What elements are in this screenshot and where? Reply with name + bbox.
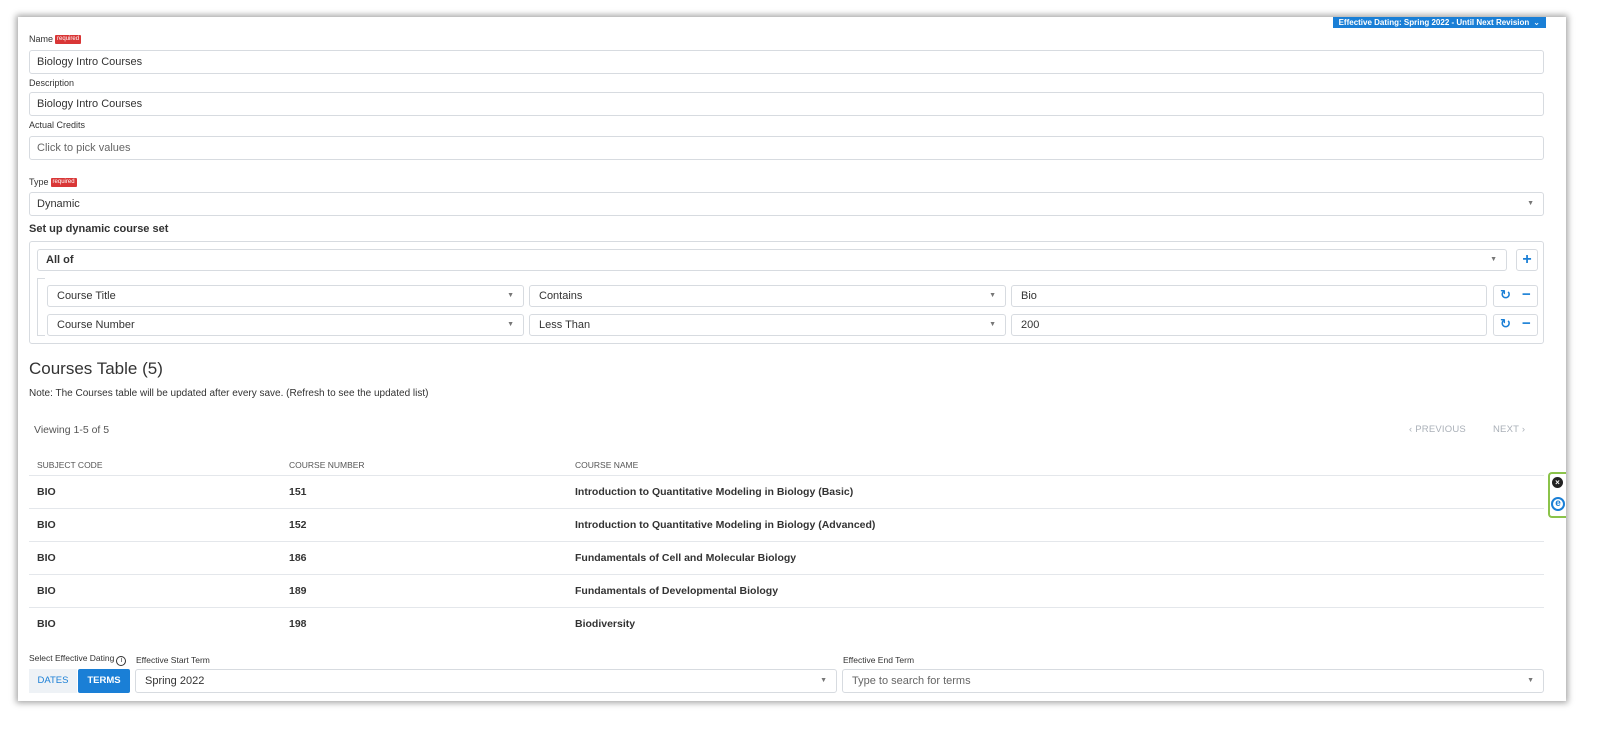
minus-icon[interactable]: − — [1522, 315, 1531, 332]
refresh-icon[interactable]: ↻ — [1500, 316, 1511, 332]
chevron-down-icon: ⌄ — [1533, 18, 1540, 27]
add-condition-button[interactable]: + — [1516, 249, 1538, 271]
table-row[interactable]: BIO 152 Introduction to Quantitative Mod… — [29, 508, 1544, 541]
table-row[interactable]: BIO 198 Biodiversity — [29, 607, 1544, 640]
extension-e-icon[interactable]: e — [1551, 497, 1565, 511]
chevron-down-icon: ▼ — [1527, 200, 1534, 207]
form-panel: Effective Dating: Spring 2022 - Until Ne… — [18, 17, 1566, 701]
dates-toggle-button[interactable]: DATES — [29, 669, 77, 693]
extension-side-tab[interactable]: × e — [1548, 472, 1566, 518]
effective-end-term-select[interactable]: Type to search for terms ▼ — [842, 669, 1544, 693]
minus-icon[interactable]: − — [1522, 286, 1531, 303]
condition-field-select[interactable]: Course Title ▼ — [47, 285, 524, 307]
condition-value-input[interactable]: 200 — [1011, 314, 1487, 336]
effective-dating-badge[interactable]: Effective Dating: Spring 2022 - Until Ne… — [1332, 17, 1546, 28]
condition-actions: ↻ − — [1493, 285, 1538, 307]
required-badge: required — [55, 35, 82, 45]
chevron-down-icon: ▼ — [507, 321, 514, 328]
effective-start-term-select[interactable]: Spring 2022 ▼ — [135, 669, 837, 693]
chevron-down-icon: ▼ — [989, 292, 996, 299]
table-row[interactable]: BIO 186 Fundamentals of Cell and Molecul… — [29, 541, 1544, 574]
column-header-subject[interactable]: SUBJECT CODE — [37, 460, 103, 470]
next-button[interactable]: NEXT › — [1493, 424, 1525, 435]
condition-operator-select[interactable]: Contains ▼ — [529, 285, 1006, 307]
effective-end-term-label: Effective End Term — [843, 655, 915, 665]
chevron-down-icon: ▼ — [1490, 256, 1497, 263]
name-label: Name required — [29, 34, 82, 45]
effective-start-term-label: Effective Start Term — [136, 655, 210, 665]
chevron-down-icon: ▼ — [820, 677, 827, 684]
effective-dating-text: Effective Dating: Spring 2022 - Until Ne… — [1338, 18, 1530, 27]
viewing-count: Viewing 1-5 of 5 — [34, 424, 110, 436]
description-input[interactable]: Biology Intro Courses — [29, 92, 1544, 116]
courses-table-note: Note: The Courses table will be updated … — [29, 388, 429, 399]
actual-credits-label: Actual Credits — [29, 120, 86, 130]
name-input[interactable]: Biology Intro Courses — [29, 50, 1544, 74]
condition-value-input[interactable]: Bio — [1011, 285, 1487, 307]
chevron-down-icon: ▼ — [989, 321, 996, 328]
dynamic-rule-box: All of ▼ + Course Title ▼ Contains ▼ Bio… — [29, 241, 1544, 344]
dynamic-set-heading: Set up dynamic course set — [29, 223, 169, 235]
select-effective-dating-label: Select Effective Dating i — [29, 653, 127, 666]
refresh-icon[interactable]: ↻ — [1500, 287, 1511, 303]
previous-button[interactable]: ‹ PREVIOUS — [1409, 424, 1466, 435]
condition-field-select[interactable]: Course Number ▼ — [47, 314, 524, 336]
plus-icon: + — [1522, 251, 1532, 268]
info-icon[interactable]: i — [116, 656, 127, 666]
chevron-down-icon: ▼ — [507, 292, 514, 299]
description-label: Description — [29, 78, 75, 88]
type-value: Dynamic — [37, 198, 80, 210]
table-row[interactable]: BIO 151 Introduction to Quantitative Mod… — [29, 475, 1544, 508]
type-label: Type required — [29, 177, 77, 188]
terms-toggle-button[interactable]: TERMS — [78, 669, 130, 693]
group-operator-select[interactable]: All of ▼ — [37, 249, 1507, 271]
type-select[interactable]: Dynamic ▼ — [29, 192, 1544, 216]
close-icon[interactable]: × — [1552, 477, 1563, 488]
courses-table-title: Courses Table (5) — [29, 359, 163, 378]
group-operator-value: All of — [46, 254, 74, 266]
column-header-number[interactable]: COURSE NUMBER — [289, 460, 365, 470]
actual-credits-input[interactable]: Click to pick values — [29, 136, 1544, 160]
chevron-down-icon: ▼ — [1527, 677, 1534, 684]
condition-operator-select[interactable]: Less Than ▼ — [529, 314, 1006, 336]
condition-actions: ↻ − — [1493, 314, 1538, 336]
chevron-left-icon: ‹ — [1409, 424, 1413, 435]
table-row[interactable]: BIO 189 Fundamentals of Developmental Bi… — [29, 574, 1544, 607]
required-badge: required — [50, 178, 77, 188]
condition-group-outline — [37, 278, 45, 336]
chevron-right-icon: › — [1521, 424, 1526, 435]
column-header-name[interactable]: COURSE NAME — [575, 460, 638, 470]
